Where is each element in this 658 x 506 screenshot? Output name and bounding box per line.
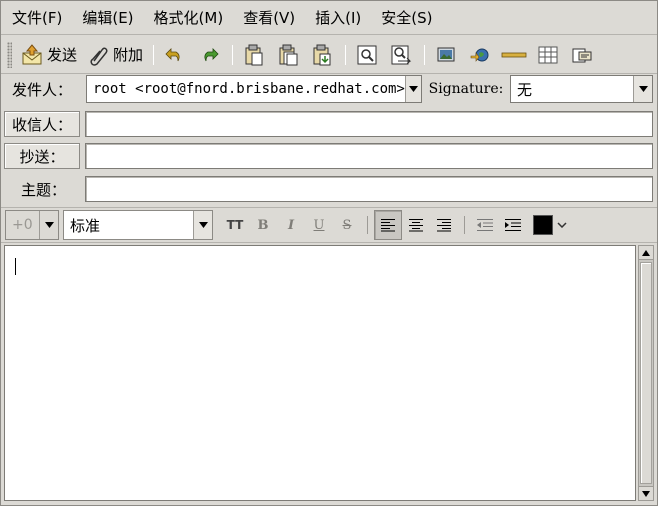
underline-button[interactable]: U [305,210,333,240]
replace-icon [388,42,414,68]
signature-value: 无 [517,80,533,99]
insert-html-button[interactable] [566,40,598,70]
signature-select[interactable]: 无 [510,75,653,103]
toolbar-separator [424,44,426,65]
align-right-icon [437,219,451,232]
menu-security[interactable]: 安全(S) [374,5,439,31]
to-field[interactable] [85,111,653,137]
paste-button[interactable] [306,40,338,70]
align-left-icon [381,219,395,232]
typewriter-button[interactable]: TT [221,210,249,240]
attach-label: 附加 [113,46,144,64]
chevron-down-icon[interactable] [553,222,571,228]
paragraph-style-select[interactable]: 标准 [63,210,213,240]
insert-table-icon [535,42,561,68]
toolbar-separator [464,216,465,234]
signature-label: Signature: [428,81,504,97]
from-row: 发件人： root <root@fnord.brisbane.redhat.co… [1,74,657,104]
text-color-button[interactable] [533,215,553,235]
paste-icon [309,42,335,68]
insert-image-button[interactable] [430,40,462,70]
menu-view[interactable]: 查看(V) [236,5,302,31]
insert-link-icon [467,42,493,68]
unindent-button[interactable] [471,210,499,240]
align-left-button[interactable] [374,210,402,240]
align-right-button[interactable] [430,210,458,240]
cc-button[interactable]: 抄送： [4,143,80,169]
find-icon [354,42,380,68]
cut-button[interactable] [238,40,270,70]
menu-format[interactable]: 格式化(M) [147,5,231,31]
align-center-button[interactable] [402,210,430,240]
cc-field[interactable] [85,143,653,169]
subject-field[interactable] [85,176,653,202]
indent-button[interactable] [499,210,527,240]
scrollbar-thumb[interactable] [640,262,652,484]
from-account-select[interactable]: root <root@fnord.brisbane.redhat.com> [86,75,422,103]
message-body-editor[interactable] [4,245,636,501]
insert-table-button[interactable] [532,40,564,70]
attach-icon [85,42,111,68]
undo-icon [162,42,188,68]
toolbar-separator [345,44,347,65]
copy-icon [275,42,301,68]
chevron-down-icon [39,211,58,239]
to-row: 收信人： [1,109,657,139]
from-label: 发件人： [11,80,72,99]
subject-row: 主题： [1,174,657,204]
toolbar-separator [367,216,368,234]
indent-icon [505,219,521,231]
undo-button[interactable] [159,40,191,70]
send-icon [19,42,45,68]
scroll-down-button[interactable] [639,486,653,500]
toolbar-separator [153,44,155,65]
to-button[interactable]: 收信人： [4,111,80,137]
text-caret [15,258,16,275]
bold-button[interactable]: B [249,210,277,240]
strikethrough-button[interactable]: S [333,210,361,240]
toolbar-grip[interactable] [7,41,12,68]
insert-rule-icon [501,42,527,68]
paragraph-style-value: 标准 [70,216,101,235]
replace-button[interactable] [385,40,417,70]
cut-icon [241,42,267,68]
scroll-up-button[interactable] [639,246,653,260]
insert-rule-button[interactable] [498,40,530,70]
chevron-down-icon [404,76,421,102]
unindent-icon [477,219,493,231]
cc-row: 抄送： [1,141,657,171]
menu-file[interactable]: 文件(F) [5,5,69,31]
main-toolbar: 发送 附加 [1,36,657,74]
redo-icon [196,42,222,68]
chevron-down-icon [193,211,212,239]
vertical-scrollbar[interactable] [638,245,654,501]
insert-html-icon [569,42,595,68]
redo-button[interactable] [193,40,225,70]
font-size-value: +0 [12,217,33,233]
align-center-icon [409,219,423,232]
insert-link-button[interactable] [464,40,496,70]
send-label: 发送 [47,46,78,64]
menu-edit[interactable]: 编辑(E) [75,5,140,31]
subject-label: 主题： [20,180,66,199]
format-toolbar: +0 标准 TT B I U S [1,207,657,243]
insert-image-icon [433,42,459,68]
toolbar-separator [232,44,234,65]
copy-button[interactable] [272,40,304,70]
font-size-select[interactable]: +0 [5,210,59,240]
send-button[interactable]: 发送 [16,40,80,70]
menu-insert[interactable]: 插入(I) [308,5,368,31]
attach-button[interactable]: 附加 [82,40,146,70]
italic-button[interactable]: I [277,210,305,240]
menu-bar: 文件(F) 编辑(E) 格式化(M) 查看(V) 插入(I) 安全(S) [1,1,657,35]
find-button[interactable] [351,40,383,70]
from-account-value: root <root@fnord.brisbane.redhat.com> [93,81,405,97]
chevron-down-icon [633,76,652,102]
